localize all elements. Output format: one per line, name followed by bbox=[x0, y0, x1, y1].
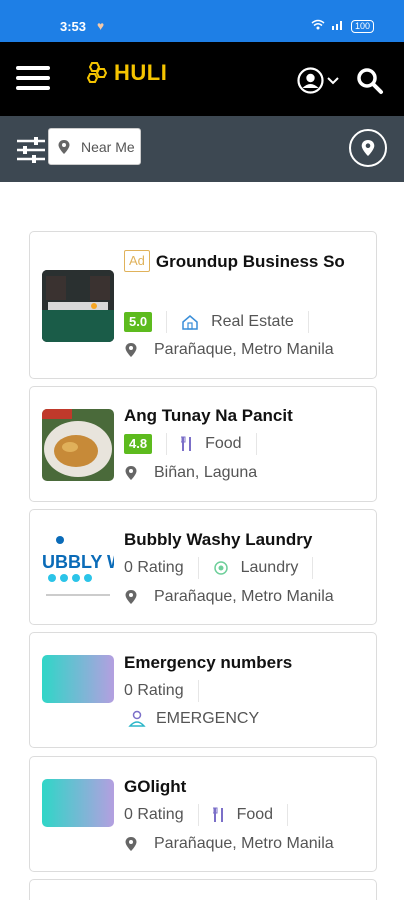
listing-card[interactable] bbox=[29, 879, 377, 900]
location-pin-icon bbox=[125, 590, 137, 604]
listing-card[interactable]: Ang Tunay Na Pancit 4.8 Food Biñan, Lagu… bbox=[29, 386, 377, 502]
listing-thumbnail: UBBLY W bbox=[42, 532, 114, 604]
wifi-icon bbox=[311, 19, 325, 33]
listing-location: Parañaque, Metro Manila bbox=[124, 341, 334, 359]
filter-button[interactable] bbox=[16, 136, 45, 164]
status-icons: 100 bbox=[311, 19, 374, 33]
rating-text: 0 Rating bbox=[124, 806, 184, 823]
listing-title: Ad Groundup Business So bbox=[124, 246, 364, 277]
chevron-down-icon bbox=[327, 76, 339, 84]
app-bar: HULI bbox=[0, 42, 404, 116]
signal-icon bbox=[331, 19, 345, 33]
listing-card[interactable]: Emergency numbers 0 Rating EMERGENCY bbox=[29, 632, 377, 748]
heart-icon: ♥ bbox=[97, 19, 105, 33]
listing-location: Parañaque, Metro Manila bbox=[124, 835, 334, 853]
listing-location: Biñan, Laguna bbox=[124, 464, 257, 482]
listing-title: Emergency numbers bbox=[124, 653, 293, 672]
location-pin-icon bbox=[125, 466, 137, 480]
near-me-input[interactable]: Near Me bbox=[48, 128, 141, 165]
listing-category: Food bbox=[212, 806, 273, 824]
score-badge: 5.0 bbox=[124, 312, 153, 332]
honeycomb-icon bbox=[86, 62, 108, 83]
listing-title: Ang Tunay Na Pancit bbox=[124, 406, 293, 425]
listing-card[interactable]: Ad Groundup Business So 5.0 Real Estate P… bbox=[29, 231, 377, 379]
listing-location: Parañaque, Metro Manila bbox=[124, 588, 334, 606]
search-button[interactable] bbox=[356, 67, 384, 100]
emergency-icon bbox=[128, 710, 146, 727]
utensils-icon bbox=[181, 436, 192, 451]
status-bar: 3:53 ♥ 100 bbox=[0, 0, 404, 42]
utensils-icon bbox=[212, 807, 223, 822]
listing-title: Bubbly Washy Laundry bbox=[124, 530, 313, 549]
rating-text: 0 Rating bbox=[124, 682, 184, 699]
listing-title: GOlight bbox=[124, 777, 187, 796]
rating-text: 0 Rating bbox=[124, 559, 184, 576]
score-badge: 4.8 bbox=[124, 434, 153, 454]
listing-category: Food bbox=[181, 435, 242, 453]
location-pin-icon bbox=[125, 837, 137, 851]
listing-card[interactable]: GOlight 0 Rating Food Parañaque, Metro M… bbox=[29, 756, 377, 872]
logo[interactable]: HULI bbox=[84, 60, 167, 86]
listing-card[interactable]: UBBLY W Bubbly Washy Laundry 0 Rating La… bbox=[29, 509, 377, 625]
listing-thumbnail bbox=[42, 270, 114, 342]
listing-thumbnail bbox=[42, 409, 114, 481]
svg-text:UBBLY W: UBBLY W bbox=[42, 552, 114, 572]
locate-me-button[interactable] bbox=[349, 129, 387, 167]
search-icon bbox=[357, 68, 383, 94]
listing-category: EMERGENCY bbox=[128, 710, 259, 728]
user-icon bbox=[297, 67, 324, 94]
listing-thumbnail bbox=[42, 779, 114, 827]
account-menu-button[interactable] bbox=[297, 67, 339, 94]
ad-badge: Ad bbox=[124, 250, 150, 272]
house-icon bbox=[182, 315, 198, 330]
menu-icon[interactable] bbox=[16, 66, 50, 90]
location-pin-icon bbox=[361, 140, 375, 156]
laundry-icon bbox=[213, 561, 228, 575]
location-pin-icon bbox=[125, 343, 137, 357]
listing-category: Real Estate bbox=[181, 313, 294, 331]
listing-category: Laundry bbox=[213, 559, 298, 577]
logo-text: HULI bbox=[114, 60, 168, 85]
status-time: 3:53 bbox=[60, 19, 87, 34]
sliders-icon bbox=[17, 137, 45, 163]
listing-thumbnail bbox=[42, 655, 114, 703]
near-me-placeholder: Near Me bbox=[81, 138, 135, 155]
battery-icon: 100 bbox=[350, 19, 374, 33]
location-pin-icon bbox=[58, 139, 70, 154]
